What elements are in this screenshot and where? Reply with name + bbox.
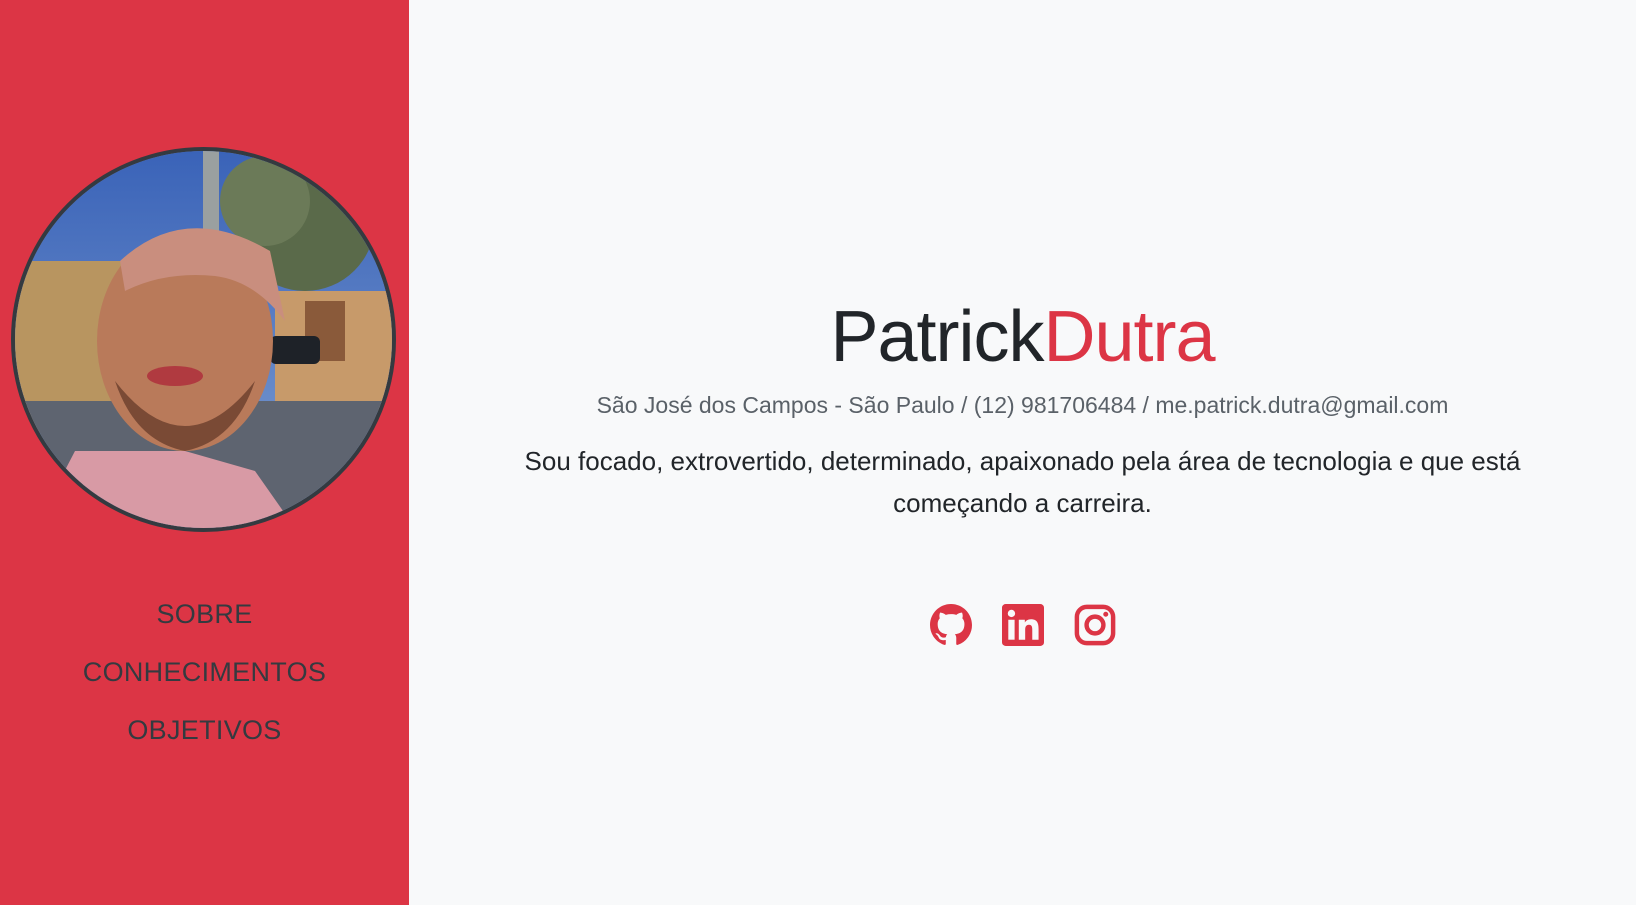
- linkedin-icon: [1001, 604, 1044, 646]
- page: SOBRE CONHECIMENTOS OBJETIVOS PatrickDut…: [0, 0, 1636, 905]
- profile-photo: [15, 151, 392, 528]
- last-name: Dutra: [1043, 297, 1215, 377]
- github-link[interactable]: [929, 604, 972, 646]
- instagram-icon: [1074, 604, 1115, 646]
- instagram-link[interactable]: [1074, 604, 1116, 646]
- avatar: [11, 147, 396, 532]
- nav-item-sobre[interactable]: SOBRE: [0, 585, 409, 643]
- sidebar: SOBRE CONHECIMENTOS OBJETIVOS: [0, 0, 409, 905]
- nav-item-objetivos[interactable]: OBJETIVOS: [0, 701, 409, 759]
- contact-info: São José dos Campos - São Paulo / (12) 9…: [596, 392, 1449, 418]
- sidebar-nav: SOBRE CONHECIMENTOS OBJETIVOS: [0, 585, 409, 759]
- main-content: PatrickDutra São José dos Campos - São P…: [409, 0, 1636, 905]
- nav-item-conhecimentos[interactable]: CONHECIMENTOS: [0, 643, 409, 701]
- linkedin-link[interactable]: [1001, 604, 1044, 646]
- github-icon: [929, 604, 972, 645]
- page-title: PatrickDutra: [409, 292, 1636, 382]
- social-links: [409, 604, 1636, 646]
- first-name: Patrick: [830, 297, 1044, 377]
- bio-text: Sou focado, extrovertido, determinado, a…: [524, 446, 1521, 518]
